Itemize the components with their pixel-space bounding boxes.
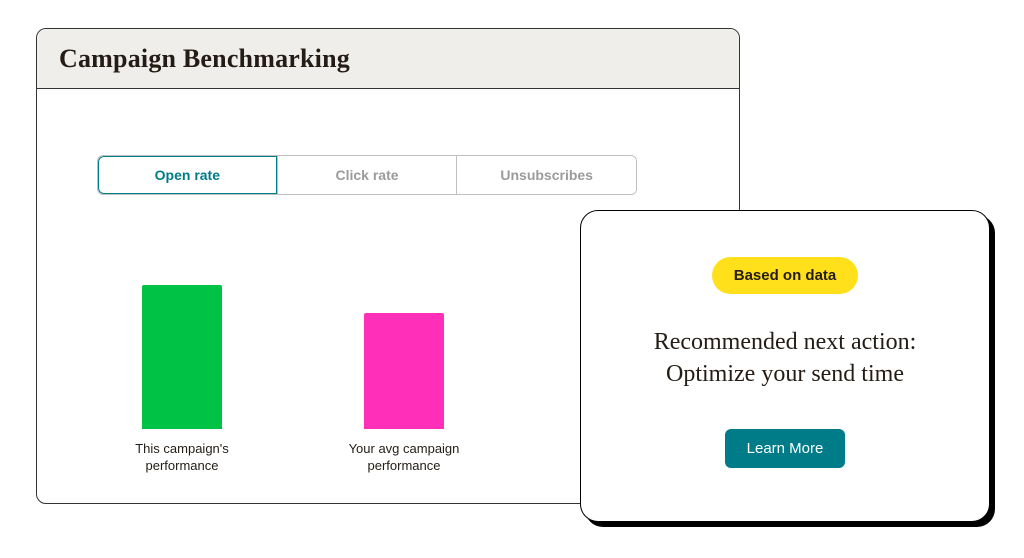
panel-title: Campaign Benchmarking (59, 44, 350, 74)
tab-open-rate[interactable]: Open rate (98, 156, 278, 194)
recommendation-card: Based on data Recommended next action: O… (580, 210, 990, 522)
based-on-data-badge: Based on data (712, 257, 859, 294)
bar-group-your-avg: Your avg campaign performance (329, 313, 479, 475)
bar-group-this-campaign: This campaign's performance (107, 285, 257, 475)
metric-tabs: Open rate Click rate Unsubscribes (97, 155, 637, 195)
bar-your-avg (364, 313, 444, 429)
tab-unsubscribes[interactable]: Unsubscribes (457, 156, 636, 194)
learn-more-button[interactable]: Learn More (725, 429, 846, 468)
bar-this-campaign (142, 285, 222, 429)
recommendation-heading: Recommended next action: Optimize your s… (654, 326, 917, 391)
recommendation-heading-line2: Optimize your send time (666, 361, 904, 387)
bar-label-your-avg: Your avg campaign performance (329, 441, 479, 475)
recommendation-heading-line1: Recommended next action: (654, 329, 917, 355)
tab-click-rate[interactable]: Click rate (278, 156, 458, 194)
panel-header: Campaign Benchmarking (37, 29, 739, 89)
bar-label-this-campaign: This campaign's performance (107, 441, 257, 475)
